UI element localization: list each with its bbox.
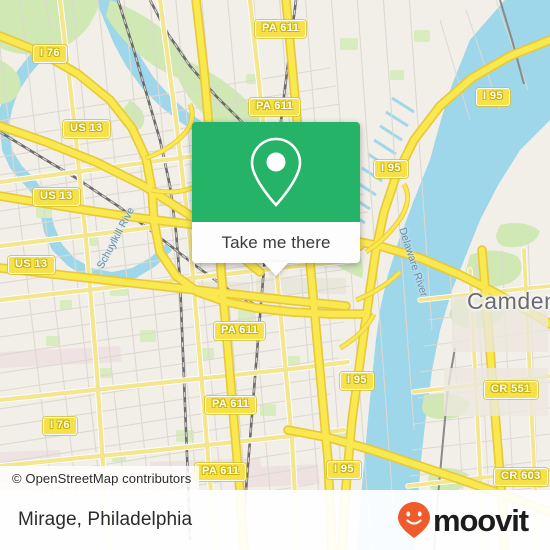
road-shield: US 13 [8, 256, 55, 274]
map-pin-icon [250, 137, 302, 207]
road-shield: US 13 [33, 188, 80, 206]
road-shield: PA 611 [214, 322, 266, 340]
attribution-text: © OpenStreetMap contributors [12, 470, 192, 486]
road-shield: I 95 [327, 461, 361, 479]
road-shield: PA 611 [249, 98, 301, 116]
road-shield: I 76 [33, 45, 67, 63]
road-shield: CR 551 [484, 381, 538, 399]
popup-action-area[interactable]: Take me there [192, 222, 360, 263]
road-shield: I 95 [340, 372, 374, 390]
road-shield: PA 611 [255, 20, 307, 38]
popup-image-area [192, 122, 360, 222]
bottom-info-bar: Mirage, Philadelphia moovit [0, 490, 550, 550]
moovit-map-screen: PA 611 I 76 PA 611 I 95 US 13 I 95 US 13 US 13 P… [0, 0, 550, 550]
destination-popup-card[interactable]: Take me there [192, 122, 360, 276]
road-shield: CR 603 [494, 468, 548, 486]
road-shield: PA 611 [205, 396, 257, 414]
moovit-wordmark: moovit [432, 502, 529, 538]
road-shield: I 76 [43, 417, 77, 435]
city-label: Camden [467, 288, 550, 314]
moovit-smiley-pin-icon [397, 502, 430, 538]
place-name-label: Mirage, Philadelphia [18, 509, 193, 530]
road-shield: I 95 [476, 88, 510, 106]
take-me-there-label: Take me there [221, 232, 331, 252]
moovit-brand[interactable]: moovit [397, 501, 529, 539]
map-attribution: © OpenStreetMap contributors [0, 466, 200, 490]
popup-pointer-tail [263, 262, 289, 276]
road-shield: PA 611 [195, 463, 247, 481]
road-shield: I 95 [374, 160, 408, 178]
road-shield: US 13 [63, 120, 110, 138]
